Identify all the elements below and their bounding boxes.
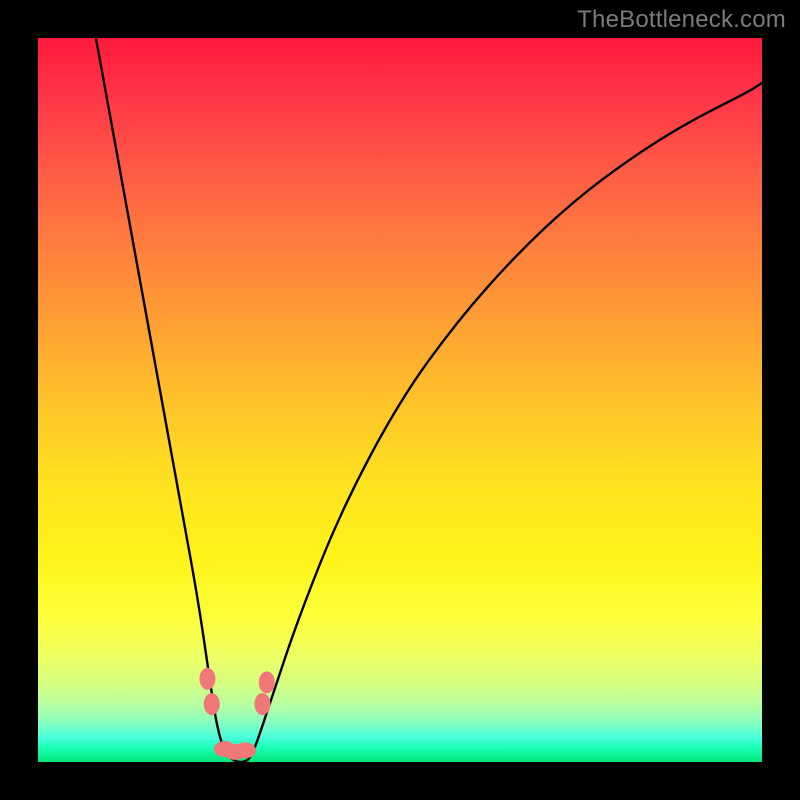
bottom-blob-3 bbox=[234, 742, 256, 758]
curve-layer bbox=[38, 38, 762, 762]
plot-area bbox=[38, 38, 762, 762]
left-notch-lower bbox=[204, 693, 220, 715]
bottleneck-curve bbox=[96, 38, 762, 762]
watermark-text: TheBottleneck.com bbox=[577, 6, 786, 34]
chart-frame: TheBottleneck.com bbox=[0, 0, 800, 800]
right-notch-lower bbox=[254, 693, 270, 715]
curve-markers bbox=[199, 668, 274, 760]
left-notch-upper bbox=[199, 668, 215, 690]
right-notch-upper bbox=[259, 671, 275, 693]
